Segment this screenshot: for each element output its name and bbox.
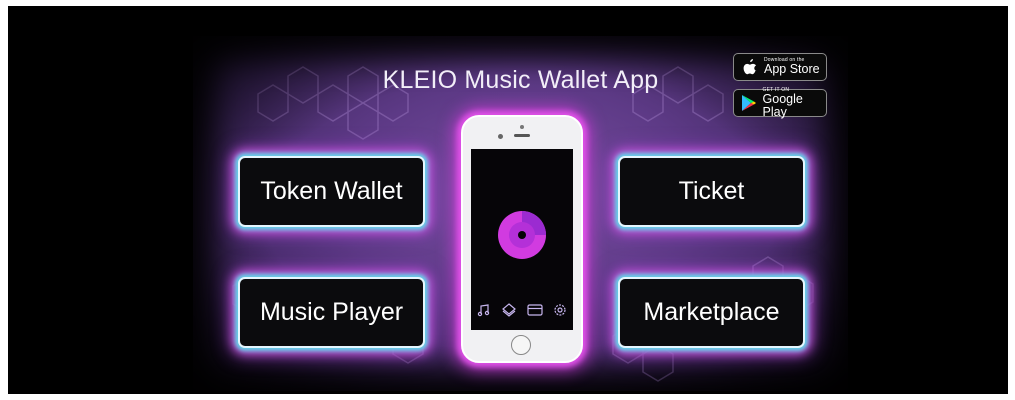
layers-icon[interactable]: [500, 302, 518, 318]
phone-mockup: [461, 115, 583, 363]
phone-screen: [471, 149, 573, 330]
ticket-button[interactable]: Ticket: [618, 156, 805, 227]
marketplace-button[interactable]: Marketplace: [618, 277, 805, 348]
video-frame: KLEIO Music Wallet App Download on the A…: [8, 6, 1008, 394]
promo-panel: KLEIO Music Wallet App Download on the A…: [193, 36, 848, 391]
app-store-badge[interactable]: Download on the App Store: [733, 53, 827, 81]
phone-sensor: [520, 125, 524, 129]
google-play-badge[interactable]: GET IT ON Google Play: [733, 88, 827, 119]
card-icon[interactable]: [526, 302, 544, 318]
gear-icon[interactable]: [551, 302, 569, 318]
music-note-icon[interactable]: [475, 302, 493, 318]
disc-icon: [498, 211, 546, 259]
app-store-label: App Store: [764, 62, 820, 77]
token-wallet-button[interactable]: Token Wallet: [238, 156, 425, 227]
music-player-button[interactable]: Music Player: [238, 277, 425, 348]
phone-home-button: [511, 335, 531, 355]
apple-icon: [739, 56, 761, 78]
phone-camera: [498, 134, 503, 139]
phone-tab-bar: [471, 302, 573, 318]
google-play-label: Google Play: [762, 92, 803, 119]
phone-speaker: [514, 134, 530, 137]
google-play-icon: [739, 92, 760, 114]
